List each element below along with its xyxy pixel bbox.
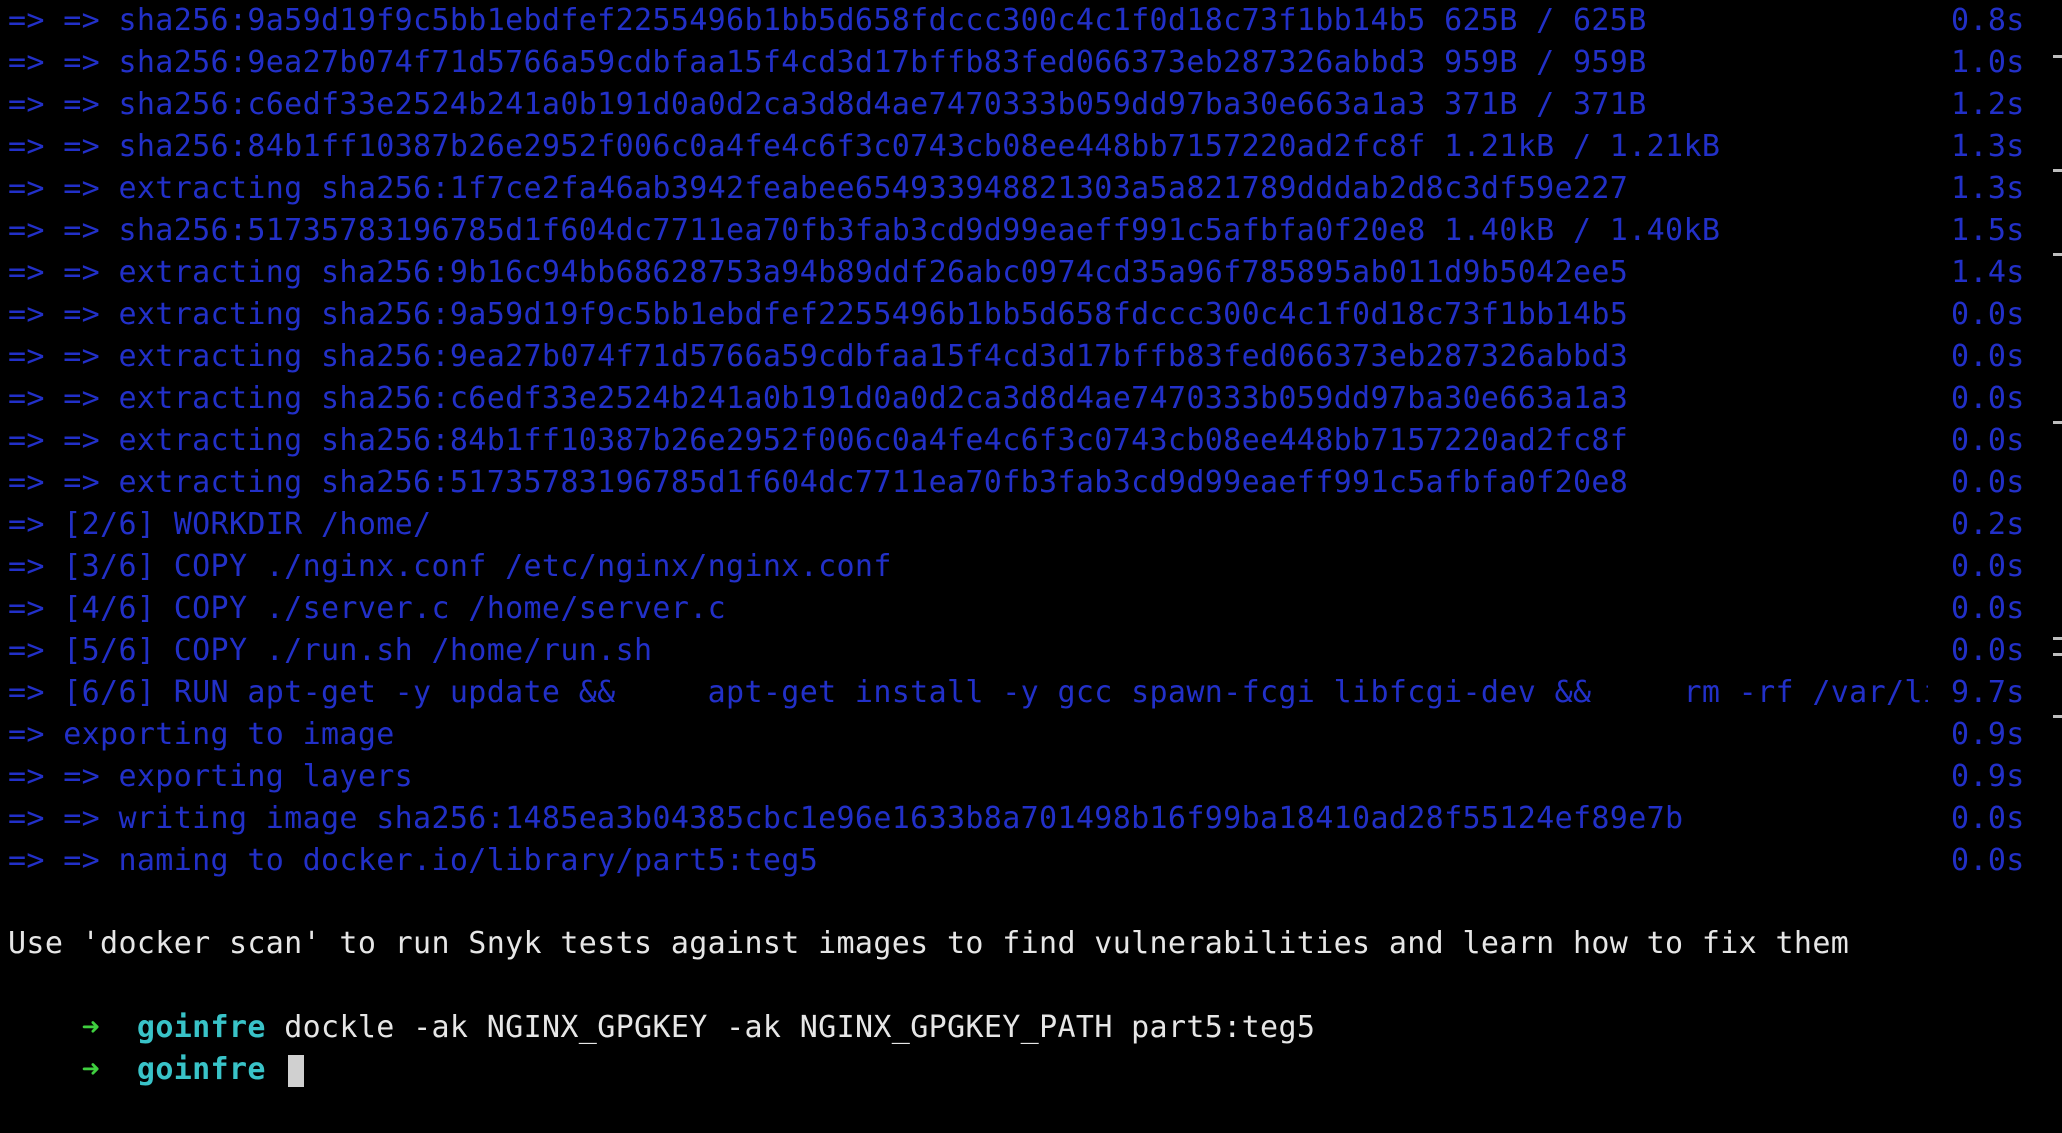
build-log-text: => => extracting sha256:84b1ff10387b26e2… (8, 423, 1629, 458)
text-cursor (288, 1054, 305, 1087)
prompt-line-2[interactable]: ➜ goinfre (8, 1007, 305, 1087)
build-log-line: => => sha256:c6edf33e2524b241a0b191d0a0d… (8, 84, 2024, 126)
scroll-marker (2053, 253, 2062, 256)
build-log-text: => [2/6] WORKDIR /home/ (8, 507, 432, 542)
build-log-line: => => sha256:84b1ff10387b26e2952f006c0a4… (8, 126, 2024, 168)
build-log-line: => => sha256:51735783196785d1f604dc7711e… (8, 210, 2024, 252)
build-log-text: => [4/6] COPY ./server.c /home/server.c (8, 591, 727, 626)
terminal-window[interactable]: => => sha256:9a59d19f9c5bb1ebdfef2255496… (0, 0, 2062, 1087)
build-step-duration: 1.5s (1951, 213, 2025, 248)
build-step-duration: 1.0s (1951, 45, 2025, 80)
build-log-line: => => writing image sha256:1485ea3b04385… (8, 798, 2024, 840)
build-log-line: => [2/6] WORKDIR /home/0.2s (8, 504, 2024, 546)
build-log-text: => [6/6] RUN apt-get -y update && apt-ge… (8, 675, 1928, 710)
docker-scan-hint: Use 'docker scan' to run Snyk tests agai… (8, 926, 1850, 961)
build-step-duration: 1.4s (1951, 255, 2025, 290)
build-log-line: => => naming to docker.io/library/part5:… (8, 840, 2024, 882)
scroll-marker (2053, 55, 2062, 58)
build-log-text: => => extracting sha256:9a59d19f9c5bb1eb… (8, 297, 1629, 332)
build-log-line: => [3/6] COPY ./nginx.conf /etc/nginx/ng… (8, 546, 2024, 588)
prompt-line-1: ➜ goinfre dockle -ak NGINX_GPGKEY -ak NG… (8, 965, 1315, 1045)
build-log-line: => => exporting layers 0.9s (8, 756, 2024, 798)
scroll-marker (2053, 653, 2062, 656)
build-step-duration: 0.0s (1951, 843, 2025, 878)
build-log-text: => => extracting sha256:c6edf33e2524b241… (8, 381, 1629, 416)
build-log-text: => => writing image sha256:1485ea3b04385… (8, 801, 1684, 836)
build-step-duration: 1.3s (1951, 129, 2025, 164)
build-step-duration: 9.7s (1951, 675, 2025, 710)
build-log-text: => [5/6] COPY ./run.sh /home/run.sh (8, 633, 653, 668)
build-log-text: => exporting to image (8, 717, 395, 752)
build-step-duration: 1.3s (1951, 171, 2025, 206)
scroll-marker (2053, 637, 2062, 640)
build-log-line: => => extracting sha256:9b16c94bb6862875… (8, 252, 2024, 294)
build-step-duration: 0.0s (1951, 381, 2025, 416)
build-log-line: => [5/6] COPY ./run.sh /home/run.sh 0.0s (8, 630, 2024, 672)
build-log-text: => => sha256:9a59d19f9c5bb1ebdfef2255496… (8, 3, 1647, 38)
build-step-duration: 0.0s (1951, 297, 2025, 332)
build-log-text: => => sha256:84b1ff10387b26e2952f006c0a4… (8, 129, 1721, 164)
scroll-marker (2053, 169, 2062, 172)
build-log-line: => => extracting sha256:9ea27b074f71d576… (8, 336, 2024, 378)
build-log-line: => => sha256:9ea27b074f71d5766a59cdbfaa1… (8, 42, 2024, 84)
prompt-directory: goinfre (136, 1052, 266, 1087)
build-step-duration: 0.0s (1951, 423, 2025, 458)
prompt-arrow-icon: ➜ (81, 1052, 101, 1087)
build-log-text: => => extracting sha256:9ea27b074f71d576… (8, 339, 1629, 374)
build-log-text: => => extracting sha256:9b16c94bb6862875… (8, 255, 1629, 290)
build-step-duration: 0.2s (1951, 507, 2025, 542)
build-log-line: => => extracting sha256:c6edf33e2524b241… (8, 378, 2024, 420)
build-log-line: => exporting to image 0.9s (8, 714, 2024, 756)
scroll-marker (2053, 715, 2062, 718)
build-step-duration: 1.2s (1951, 87, 2025, 122)
build-log-text: => => sha256:c6edf33e2524b241a0b191d0a0d… (8, 87, 1647, 122)
build-step-duration: 0.0s (1951, 633, 2025, 668)
build-step-duration: 0.0s (1951, 801, 2025, 836)
build-step-duration: 0.0s (1951, 465, 2025, 500)
build-log-text: => => extracting sha256:1f7ce2fa46ab3942… (8, 171, 1629, 206)
build-log-text: => => sha256:9ea27b074f71d5766a59cdbfaa1… (8, 45, 1647, 80)
build-log-line: => => extracting sha256:84b1ff10387b26e2… (8, 420, 2024, 462)
build-log-line: => [6/6] RUN apt-get -y update && apt-ge… (8, 672, 2024, 714)
build-log-line: => => extracting sha256:1f7ce2fa46ab3942… (8, 168, 2024, 210)
build-log-text: => => exporting layers (8, 759, 414, 794)
build-step-duration: 0.8s (1951, 3, 2025, 38)
build-step-duration: 0.0s (1951, 339, 2025, 374)
build-step-duration: 0.0s (1951, 591, 2025, 626)
build-log-text: => [3/6] COPY ./nginx.conf /etc/nginx/ng… (8, 549, 892, 584)
scroll-marker (2053, 421, 2062, 424)
scrollbar[interactable] (2050, 0, 2062, 1052)
build-log-line: => => extracting sha256:9a59d19f9c5bb1eb… (8, 294, 2024, 336)
build-log-text: => => sha256:51735783196785d1f604dc7711e… (8, 213, 1721, 248)
build-log-line: => => sha256:9a59d19f9c5bb1ebdfef2255496… (8, 0, 2024, 42)
build-step-duration: 0.9s (1951, 759, 2025, 794)
build-log-text: => => extracting sha256:51735783196785d1… (8, 465, 1629, 500)
build-step-duration: 0.9s (1951, 717, 2025, 752)
build-log-line: => => extracting sha256:51735783196785d1… (8, 462, 2024, 504)
build-log-text: => => naming to docker.io/library/part5:… (8, 843, 819, 878)
build-log-line: => [4/6] COPY ./server.c /home/server.c 0… (8, 588, 2024, 630)
build-step-duration: 0.0s (1951, 549, 2025, 584)
prompt-command: dockle -ak NGINX_GPGKEY -ak NGINX_GPGKEY… (284, 1010, 1316, 1045)
